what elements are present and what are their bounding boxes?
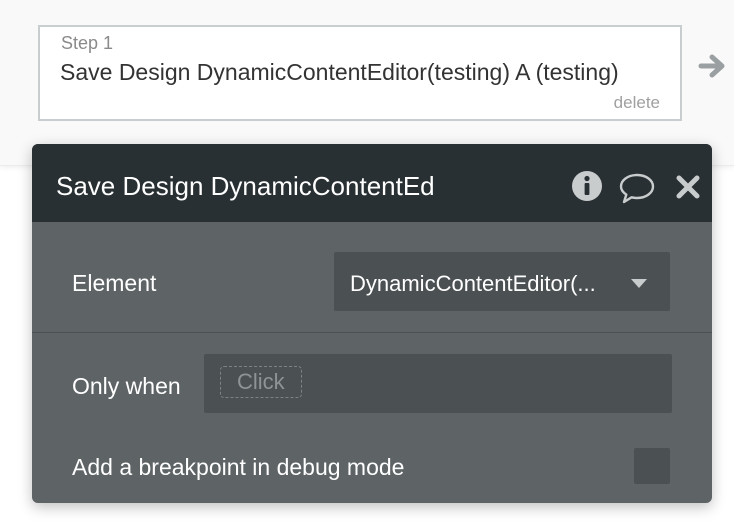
panel-header: Save Design DynamicContentEd — [32, 144, 712, 222]
breakpoint-label: Add a breakpoint in debug mode — [72, 454, 405, 480]
step-card[interactable]: Step 1 Save Design DynamicContentEditor(… — [38, 25, 682, 121]
caret-down-icon — [631, 279, 647, 288]
step-label: Step 1 — [61, 33, 114, 53]
info-icon[interactable] — [571, 170, 603, 202]
close-icon[interactable] — [675, 174, 701, 200]
step-title: Save Design DynamicContentEditor(testing… — [60, 59, 619, 85]
element-row: Element DynamicContentEditor(... — [32, 222, 712, 333]
only-when-placeholder[interactable]: Click — [220, 366, 302, 398]
panel-title: Save Design DynamicContentEd — [56, 171, 435, 201]
breakpoint-checkbox[interactable] — [634, 448, 670, 484]
arrow-right-icon[interactable] — [698, 51, 728, 81]
comment-icon[interactable] — [619, 172, 655, 204]
delete-step-link[interactable]: delete — [614, 93, 660, 113]
element-dropdown[interactable]: DynamicContentEditor(... — [334, 252, 670, 311]
element-dropdown-value: DynamicContentEditor(... — [350, 271, 596, 296]
workflow-canvas: Step 1 Save Design DynamicContentEditor(… — [0, 0, 734, 166]
action-property-editor: Save Design DynamicContentEd Element Dyn… — [32, 144, 712, 503]
only-when-label: Only when — [72, 373, 181, 399]
element-label: Element — [72, 270, 157, 296]
only-when-field[interactable]: Click — [204, 354, 672, 413]
